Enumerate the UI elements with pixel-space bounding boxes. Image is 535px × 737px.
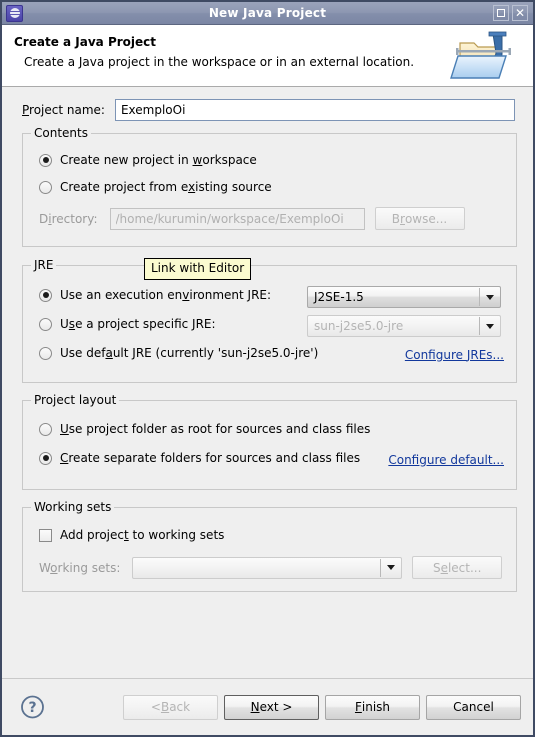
window-controls: ✕ bbox=[493, 5, 531, 21]
radio-icon-create-from-existing[interactable] bbox=[39, 180, 52, 194]
maximize-button[interactable] bbox=[493, 5, 509, 21]
help-question-icon[interactable]: ? bbox=[20, 695, 45, 720]
browse-button[interactable]: Br owse... bbox=[374, 207, 465, 230]
page-title: Create a Java Project bbox=[14, 35, 157, 49]
radio-label-project-specific-jre: Use a project specific JRE: bbox=[60, 317, 216, 331]
svg-text:?: ? bbox=[28, 700, 36, 716]
chevron-down-icon[interactable] bbox=[480, 323, 500, 329]
finish-button[interactable]: Finish bbox=[325, 694, 420, 720]
execution-env-combo-value: J2SE-1.5 bbox=[314, 290, 364, 304]
working-sets-group-title: Working sets bbox=[31, 500, 115, 514]
close-icon: ✕ bbox=[514, 6, 526, 20]
project-name-row: Project name: bbox=[22, 99, 515, 121]
radio-label-execution-env-jre: Use an execution environment JRE: bbox=[60, 288, 272, 302]
checkbox-icon-add-to-working-sets[interactable] bbox=[39, 528, 52, 542]
radio-label-create-new-project: Create new project in workspace bbox=[60, 153, 257, 167]
radio-label-project-folder-root: Use project folder as root for sources a… bbox=[60, 422, 371, 436]
footer-button-group: < Back Next > Finish Cancel bbox=[123, 694, 521, 720]
contents-group: Contents Create new project in workspace… bbox=[22, 126, 517, 247]
directory-label: Directory: bbox=[39, 211, 98, 226]
working-sets-group: Working sets Add project to working sets… bbox=[22, 500, 517, 592]
radio-icon-default-jre[interactable] bbox=[39, 346, 52, 360]
checkbox-label-add-to-working-sets: Add project to working sets bbox=[60, 528, 225, 542]
window-title: New Java Project bbox=[208, 6, 327, 20]
new-java-project-dialog: New Java Project ✕ Create a Java Project… bbox=[0, 0, 535, 737]
title-bar: New Java Project ✕ bbox=[2, 2, 533, 25]
configure-jres-link[interactable]: Configure JREs... bbox=[405, 348, 504, 362]
select-working-sets-button[interactable]: Se lect... bbox=[412, 556, 502, 579]
configure-default-link[interactable]: Configure default... bbox=[388, 453, 504, 467]
radio-create-new-project[interactable]: Create new project in workspace bbox=[39, 153, 257, 167]
project-layout-group: Project layout Use project folder as roo… bbox=[22, 393, 517, 490]
project-name-label: Project name: bbox=[22, 103, 105, 117]
radio-icon-create-new-project[interactable] bbox=[39, 153, 52, 167]
directory-input[interactable] bbox=[109, 207, 365, 230]
close-button[interactable]: ✕ bbox=[512, 5, 528, 21]
radio-default-jre[interactable]: Use default JRE (currently 'sun-j2se5.0-… bbox=[39, 346, 318, 360]
link-with-editor-tooltip: Link with Editor bbox=[144, 258, 252, 280]
radio-label-create-from-existing: Create project from existing source bbox=[60, 180, 272, 194]
dialog-body: Project name: Contents Create new projec… bbox=[2, 87, 533, 678]
chevron-down-icon[interactable] bbox=[381, 565, 401, 570]
jre-group: JRE Use an execution environment JRE: J2… bbox=[22, 258, 517, 383]
working-sets-row: Working sets: Se lect... bbox=[39, 556, 502, 579]
eclipse-icon bbox=[6, 4, 23, 22]
contents-group-title: Contents bbox=[31, 126, 91, 140]
project-jre-combo[interactable]: sun-j2se5.0-jre bbox=[307, 315, 501, 337]
checkbox-add-to-working-sets[interactable]: Add project to working sets bbox=[39, 528, 224, 542]
cancel-button[interactable]: Cancel bbox=[426, 694, 521, 720]
wizard-header: Create a Java Project Create a Java proj… bbox=[2, 25, 533, 87]
project-layout-group-title: Project layout bbox=[31, 393, 120, 407]
radio-icon-project-specific-jre[interactable] bbox=[39, 317, 52, 331]
jre-group-title: JRE bbox=[31, 258, 57, 272]
working-sets-combo[interactable] bbox=[132, 556, 403, 579]
radio-create-from-existing[interactable]: Create project from existing source bbox=[39, 180, 272, 194]
radio-project-specific-jre[interactable]: Use a project specific JRE: bbox=[39, 317, 216, 331]
radio-label-default-jre: Use default JRE (currently 'sun-j2se5.0-… bbox=[60, 346, 319, 360]
radio-icon-separate-folders[interactable] bbox=[39, 451, 52, 465]
project-jre-combo-value: sun-j2se5.0-jre bbox=[314, 319, 404, 333]
project-name-input[interactable] bbox=[114, 99, 515, 121]
maximize-icon bbox=[497, 9, 505, 17]
radio-icon-project-folder-root[interactable] bbox=[39, 422, 52, 436]
dialog-footer: ? < Back Next > Finish Cancel bbox=[2, 678, 533, 735]
radio-label-separate-folders: Create separate folders for sources and … bbox=[60, 451, 361, 465]
chevron-down-icon[interactable] bbox=[480, 294, 500, 300]
execution-env-combo[interactable]: J2SE-1.5 bbox=[307, 286, 501, 308]
java-project-wizard-icon bbox=[450, 31, 511, 79]
radio-icon-execution-env-jre[interactable] bbox=[39, 288, 52, 302]
working-sets-label: Working sets: bbox=[39, 560, 121, 575]
directory-row: Directory: Browse... bbox=[39, 207, 502, 230]
radio-separate-folders[interactable]: Create separate folders for sources and … bbox=[39, 451, 360, 465]
radio-execution-env-jre[interactable]: Use an execution environment JRE: bbox=[39, 288, 271, 302]
radio-project-folder-root[interactable]: Use project folder as root for sources a… bbox=[39, 422, 370, 436]
next-button[interactable]: Next > bbox=[224, 694, 319, 720]
back-button[interactable]: < Back bbox=[123, 694, 218, 720]
